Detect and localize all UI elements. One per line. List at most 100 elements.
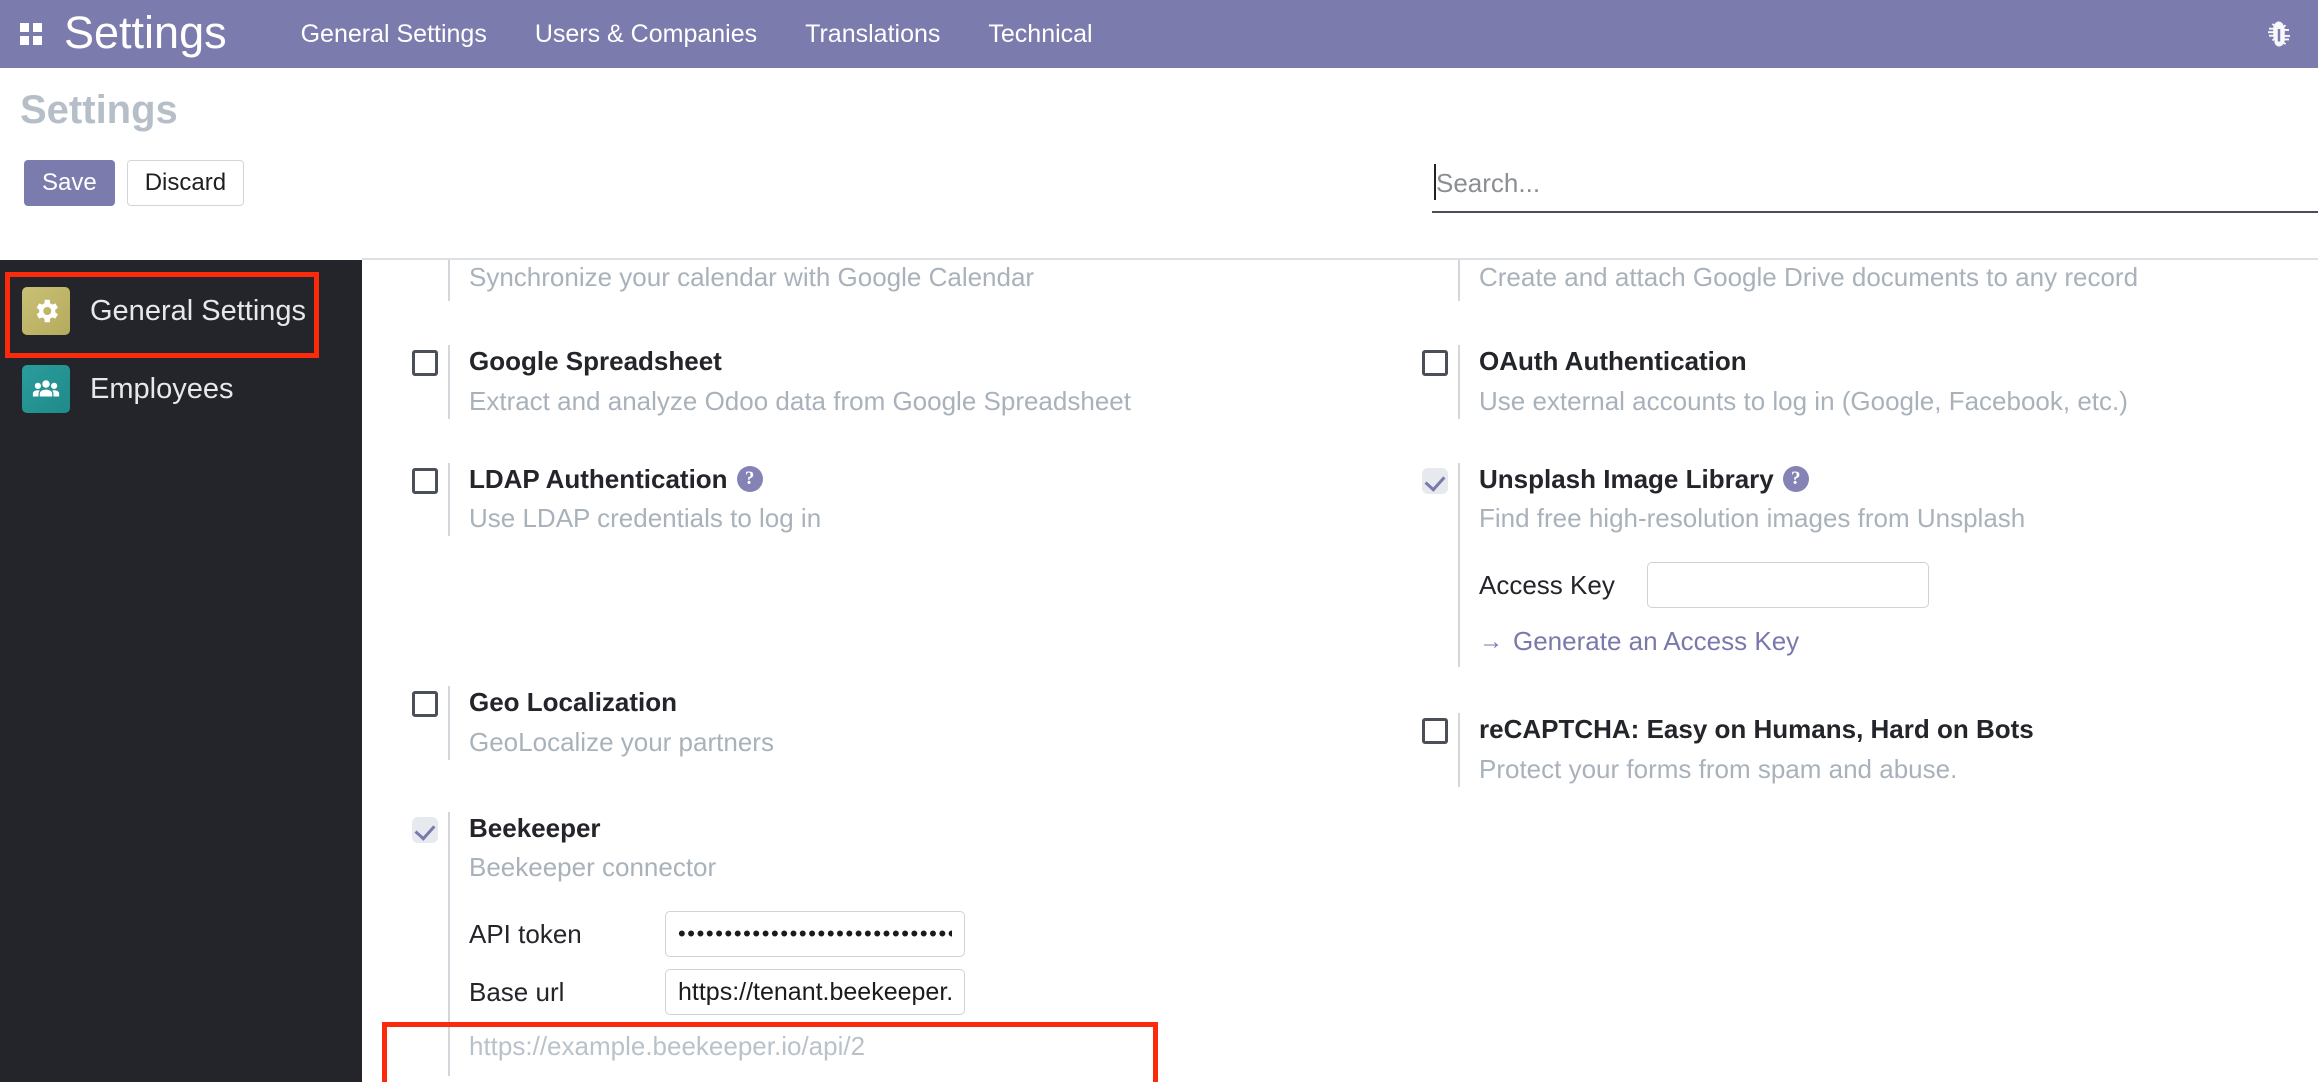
setting-recaptcha[interactable]: reCAPTCHA: Easy on Humans, Hard on Bots … <box>1372 713 2318 787</box>
checkbox-cell <box>362 686 448 718</box>
setting-google-spreadsheet[interactable]: Google Spreadsheet Extract and analyze O… <box>362 345 1372 419</box>
setting-description: Beekeeper connector <box>469 852 717 883</box>
control-panel: Settings Save Discard <box>0 68 2318 260</box>
setting-title-text: Beekeeper <box>469 812 601 843</box>
base-url-input[interactable] <box>665 969 965 1016</box>
checkbox-geo-localization[interactable] <box>412 691 438 718</box>
setting-text: Geo Localization GeoLocalize your partne… <box>448 686 1372 760</box>
setting-title-text: LDAP Authentication <box>469 463 728 494</box>
checkbox-unsplash-image-library[interactable] <box>1422 467 1448 494</box>
setting-title: Unsplash Image Library ? <box>1479 463 2318 496</box>
checkbox-beekeeper[interactable] <box>412 816 438 843</box>
apps-grid-icon[interactable] <box>14 17 48 51</box>
checkbox-cell <box>1372 463 1458 494</box>
search-area <box>1432 164 2318 213</box>
checkbox-cell <box>1372 713 1458 745</box>
nav-item-general-settings[interactable]: General Settings <box>299 16 489 53</box>
search-text-caret <box>1434 164 1436 200</box>
checkbox-cell <box>362 812 448 843</box>
access-key-input[interactable] <box>1647 562 1929 609</box>
sidebar-item-label-general-settings: General Settings <box>90 294 307 327</box>
setting-title: reCAPTCHA: Easy on Humans, Hard on Bots <box>1479 713 2318 746</box>
discard-button[interactable]: Discard <box>126 160 245 206</box>
setting-description: GeoLocalize your partners <box>469 726 774 757</box>
navbar-right-tools <box>2264 19 2294 49</box>
setting-title-text: OAuth Authentication <box>1479 346 1747 377</box>
setting-text: Google Spreadsheet Extract and analyze O… <box>448 345 1372 419</box>
setting-title-text: Unsplash Image Library <box>1479 463 1774 494</box>
page-title: Settings <box>20 88 178 132</box>
setting-description: Synchronize your calendar with Google Ca… <box>469 262 1035 292</box>
setting-description: Create and attach Google Drive documents… <box>1479 262 2139 292</box>
generate-access-key-link[interactable]: → Generate an Access Key <box>1479 626 1799 657</box>
main-nav-menu: General Settings Users & Companies Trans… <box>299 16 1095 53</box>
setting-beekeeper[interactable]: Beekeeper Beekeeper connector API token … <box>362 790 1372 1077</box>
setting-google-drive[interactable]: Create and attach Google Drive documents… <box>1372 260 2318 302</box>
setting-text: Beekeeper Beekeeper connector API token … <box>448 811 1372 1077</box>
nav-item-technical[interactable]: Technical <box>986 16 1094 53</box>
sidebar-item-employees[interactable]: Employees <box>0 350 362 428</box>
setting-geo-localization[interactable]: Geo Localization GeoLocalize your partne… <box>362 686 1372 760</box>
beekeeper-subform: API token Base url https://example.beeke… <box>469 911 1372 1062</box>
control-panel-buttons: Save Discard <box>24 160 245 206</box>
setting-google-calendar[interactable]: Synchronize your calendar with Google Ca… <box>362 260 1372 302</box>
setting-title-text: Geo Localization <box>469 687 678 718</box>
setting-description: Extract and analyze Odoo data from Googl… <box>469 385 1131 416</box>
checkbox-cell <box>362 345 448 377</box>
beekeeper-base-url-row: Base url <box>469 969 1372 1016</box>
unsplash-subform: Access Key → Generate an Access Key <box>1479 562 2318 657</box>
access-key-label: Access Key <box>1479 569 1615 600</box>
setting-ldap-authentication[interactable]: LDAP Authentication ? Use LDAP credentia… <box>362 462 1372 537</box>
setting-unsplash-image-library[interactable]: Unsplash Image Library ? Find free high-… <box>1372 462 2318 668</box>
settings-content-area: Synchronize your calendar with Google Ca… <box>362 258 2318 1082</box>
setting-oauth-authentication[interactable]: OAuth Authentication Use external accoun… <box>1372 345 2318 419</box>
arrow-right-icon: → <box>1479 627 1503 655</box>
setting-description: Find free high-resolution images from Un… <box>1479 503 2026 534</box>
gear-icon <box>22 287 70 335</box>
access-key-row: Access Key <box>1479 562 2318 609</box>
settings-sidebar: General Settings Employees <box>0 260 362 1082</box>
setting-text: reCAPTCHA: Easy on Humans, Hard on Bots … <box>1458 713 2318 787</box>
beekeeper-api-token-row: API token <box>469 911 1372 958</box>
setting-text: OAuth Authentication Use external accoun… <box>1458 345 2318 419</box>
checkbox-cell <box>1372 260 1458 265</box>
settings-two-column-grid: Synchronize your calendar with Google Ca… <box>362 260 2318 1077</box>
api-token-label: API token <box>469 918 582 949</box>
setting-text: Unsplash Image Library ? Find free high-… <box>1458 462 2318 668</box>
setting-text: Create and attach Google Drive documents… <box>1458 260 2318 302</box>
checkbox-cell <box>362 463 448 494</box>
settings-left-column: Synchronize your calendar with Google Ca… <box>362 260 1372 1077</box>
setting-description: Protect your forms from spam and abuse. <box>1479 753 1958 784</box>
checkbox-google-spreadsheet[interactable] <box>412 350 438 377</box>
bug-icon[interactable] <box>2264 19 2294 49</box>
help-icon[interactable]: ? <box>736 465 763 492</box>
sidebar-item-label-employees: Employees <box>90 372 234 405</box>
app-brand-title: Settings <box>64 6 227 58</box>
checkbox-recaptcha[interactable] <box>1422 718 1448 745</box>
setting-title: Beekeeper <box>469 812 1372 845</box>
base-url-hint: https://example.beekeeper.io/api/2 <box>469 1031 866 1062</box>
setting-title: Google Spreadsheet <box>469 345 1372 378</box>
settings-right-column: Create and attach Google Drive documents… <box>1372 260 2318 1076</box>
setting-description: Use external accounts to log in (Google,… <box>1479 385 2128 416</box>
people-icon <box>22 365 70 413</box>
api-token-input[interactable] <box>665 911 965 958</box>
top-navbar: Settings General Settings Users & Compan… <box>0 0 2318 68</box>
nav-item-users-companies[interactable]: Users & Companies <box>533 16 759 53</box>
setting-title-text: reCAPTCHA: Easy on Humans, Hard on Bots <box>1479 714 2034 745</box>
search-input[interactable] <box>1432 164 2318 213</box>
base-url-label: Base url <box>469 976 565 1007</box>
save-button[interactable]: Save <box>24 160 115 206</box>
generate-access-key-label: Generate an Access Key <box>1513 626 1800 657</box>
setting-title: LDAP Authentication ? <box>469 463 1372 496</box>
checkbox-oauth-authentication[interactable] <box>1422 350 1448 377</box>
setting-title-text: Google Spreadsheet <box>469 346 722 377</box>
help-icon[interactable]: ? <box>1782 465 1809 492</box>
checkbox-cell <box>362 260 448 265</box>
nav-item-translations[interactable]: Translations <box>803 16 942 53</box>
setting-text: LDAP Authentication ? Use LDAP credentia… <box>448 462 1372 537</box>
setting-text: Synchronize your calendar with Google Ca… <box>448 260 1372 302</box>
checkbox-ldap-authentication[interactable] <box>412 467 438 494</box>
sidebar-item-general-settings[interactable]: General Settings <box>0 272 362 350</box>
checkbox-cell <box>1372 345 1458 377</box>
